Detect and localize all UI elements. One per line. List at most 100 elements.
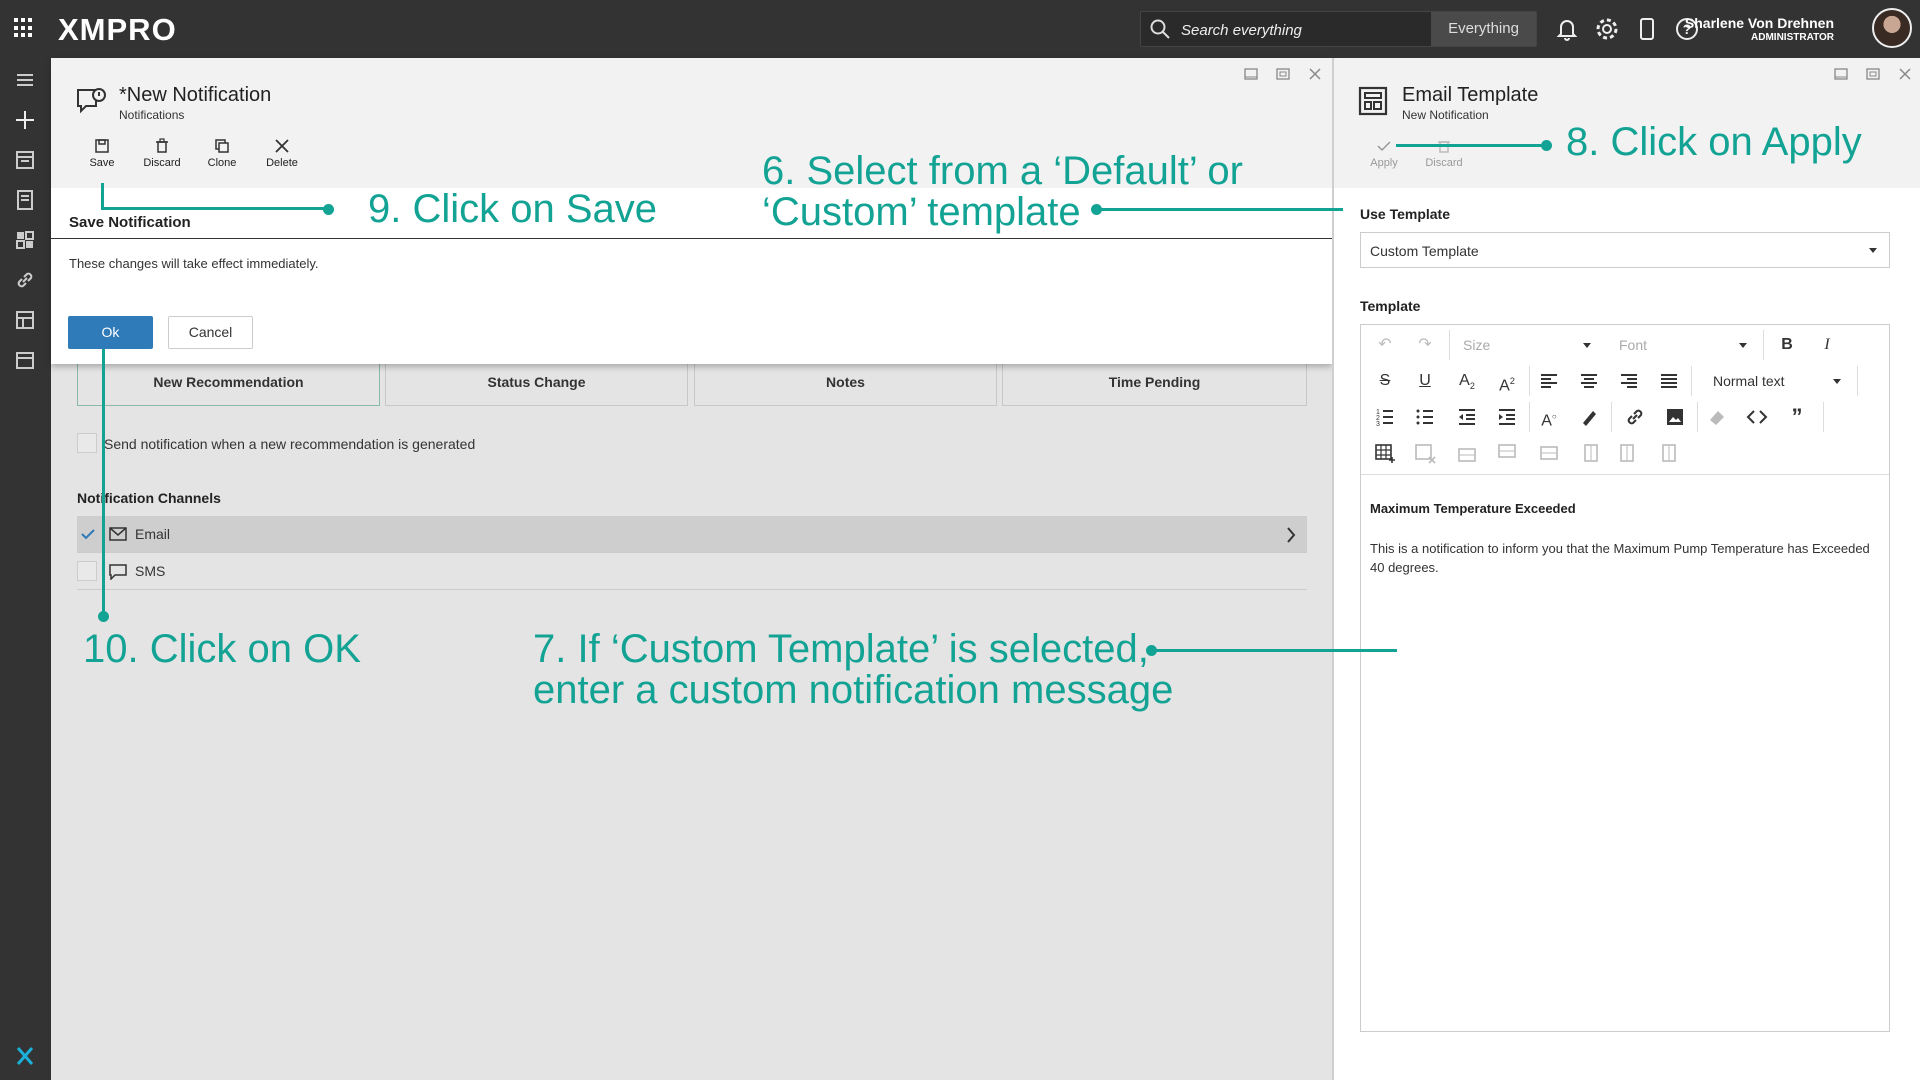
discard-button[interactable]: Discard [132, 138, 192, 169]
outdent-icon[interactable] [1455, 405, 1479, 429]
row-delete-icon[interactable] [1537, 441, 1561, 465]
quote-icon[interactable]: ” [1785, 405, 1809, 429]
code-icon[interactable] [1745, 405, 1769, 429]
minimize-icon[interactable] [1243, 66, 1259, 82]
save-button[interactable]: Save [72, 138, 132, 169]
font-color-icon[interactable]: A○ [1537, 405, 1561, 429]
clone-button[interactable]: Clone [192, 138, 252, 169]
notification-channels-title: Notification Channels [77, 490, 221, 506]
search-scope-dropdown[interactable]: Everything [1431, 12, 1536, 46]
image-icon[interactable] [1663, 405, 1687, 429]
template-content-body[interactable]: This is a notification to inform you tha… [1370, 539, 1870, 577]
eraser-icon[interactable] [1705, 405, 1729, 429]
toolbar-divider [1529, 402, 1530, 432]
indent-icon[interactable] [1495, 405, 1519, 429]
search-input[interactable]: Search everything [1181, 22, 1302, 39]
link-icon[interactable] [13, 268, 37, 292]
notes-icon[interactable] [13, 188, 37, 212]
editor-toolbar: ↶ ↷ Size Font B I S U A2 A2 Normal text … [1361, 325, 1889, 475]
maximize-icon[interactable] [1865, 66, 1881, 82]
font-size-select[interactable]: Size [1463, 333, 1593, 357]
ordered-list-icon[interactable]: 123 [1373, 405, 1397, 429]
align-justify-icon[interactable] [1657, 369, 1681, 393]
global-search[interactable]: Search everything Everything [1140, 11, 1537, 47]
delete-button[interactable]: Delete [252, 138, 312, 169]
link-icon[interactable] [1623, 405, 1647, 429]
ok-button[interactable]: Ok [68, 316, 153, 349]
dashboard-icon[interactable] [13, 228, 37, 252]
template-content-heading[interactable]: Maximum Temperature Exceeded [1370, 501, 1576, 516]
annotation-step8-line [1396, 144, 1546, 147]
column-delete-icon[interactable] [1657, 441, 1681, 465]
chevron-right-icon[interactable] [1285, 526, 1297, 544]
highlight-icon[interactable] [1577, 405, 1601, 429]
template-icon [1358, 86, 1388, 116]
bullet-list-icon[interactable] [1413, 405, 1437, 429]
italic-icon[interactable]: I [1815, 333, 1839, 357]
cancel-button[interactable]: Cancel [168, 316, 253, 349]
menu-icon[interactable] [13, 68, 37, 92]
checkmark-icon[interactable] [80, 526, 96, 542]
use-template-select[interactable]: Custom Template [1360, 232, 1890, 268]
sms-checkbox[interactable] [77, 561, 97, 581]
font-family-select[interactable]: Font [1619, 333, 1749, 357]
chevron-down-icon [1869, 248, 1877, 253]
annotation-step7-line2: enter a custom notification message [533, 668, 1174, 712]
template-icon[interactable] [13, 308, 37, 332]
clone-label: Clone [207, 157, 237, 169]
tab-time-pending[interactable]: Time Pending [1002, 358, 1307, 406]
underline-icon[interactable]: U [1413, 369, 1437, 393]
channel-row-sms[interactable]: SMS [77, 553, 1307, 590]
user-name[interactable]: Sharlene Von Drehnen [1685, 15, 1834, 31]
column-left-icon[interactable] [1577, 441, 1601, 465]
xmpro-logo-icon[interactable] [13, 1044, 37, 1068]
tab-status-change[interactable]: Status Change [385, 358, 688, 406]
maximize-icon[interactable] [1275, 66, 1291, 82]
annotation-step8: 8. Click on Apply [1566, 120, 1862, 164]
recommendations-icon[interactable] [13, 148, 37, 172]
calendar-icon[interactable] [13, 348, 37, 372]
use-template-label: Use Template [1360, 206, 1450, 222]
table-icon[interactable] [1373, 441, 1397, 465]
redo-icon[interactable]: ↷ [1413, 333, 1437, 357]
close-window-icon[interactable] [1897, 66, 1913, 82]
toolbar-divider [1691, 366, 1692, 396]
close-window-icon[interactable] [1307, 66, 1323, 82]
bold-icon[interactable]: B [1775, 333, 1799, 357]
add-icon[interactable] [13, 108, 37, 132]
row-above-icon[interactable] [1455, 441, 1479, 465]
user-role: ADMINISTRATOR [1751, 32, 1834, 43]
superscript-icon[interactable]: A2 [1495, 369, 1519, 394]
align-left-icon[interactable] [1537, 369, 1561, 393]
app-launcher-icon[interactable] [14, 18, 34, 38]
undo-icon[interactable]: ↶ [1373, 333, 1397, 357]
channel-row-email[interactable]: Email [77, 516, 1307, 553]
avatar[interactable] [1872, 8, 1912, 48]
tab-notes[interactable]: Notes [694, 358, 997, 406]
bell-icon[interactable] [1554, 16, 1580, 42]
table-delete-icon[interactable] [1413, 441, 1437, 465]
minimize-icon[interactable] [1833, 66, 1849, 82]
text-format-select[interactable]: Normal text [1713, 369, 1843, 393]
column-right-icon[interactable] [1617, 441, 1641, 465]
template-editor[interactable]: ↶ ↷ Size Font B I S U A2 A2 Normal text … [1360, 324, 1890, 1032]
page-subtitle: Notifications [119, 108, 185, 122]
subscript-icon[interactable]: A2 [1455, 369, 1479, 393]
new-notification-window: *New Notification Notifications Save Dis… [51, 58, 1332, 364]
row-below-icon[interactable] [1495, 441, 1519, 465]
text-format-value: Normal text [1713, 373, 1785, 389]
mobile-icon[interactable] [1634, 16, 1660, 42]
strikethrough-icon[interactable]: S [1373, 369, 1397, 393]
align-right-icon[interactable] [1617, 369, 1641, 393]
app-logo[interactable]: XMPRO [58, 12, 177, 48]
delete-label: Delete [266, 157, 298, 169]
align-center-icon[interactable] [1577, 369, 1601, 393]
annotation-step7-line1: 7. If ‘Custom Template’ is selected, [533, 627, 1149, 671]
annotation-step6-line [1096, 208, 1343, 211]
send-notification-checkbox[interactable] [77, 433, 97, 453]
discard-panel-button[interactable]: Discard [1414, 138, 1474, 169]
discard-panel-label: Discard [1425, 157, 1463, 169]
tab-new-recommendation[interactable]: New Recommendation [77, 358, 380, 406]
gear-icon[interactable] [1594, 16, 1620, 42]
apply-button[interactable]: Apply [1354, 138, 1414, 169]
